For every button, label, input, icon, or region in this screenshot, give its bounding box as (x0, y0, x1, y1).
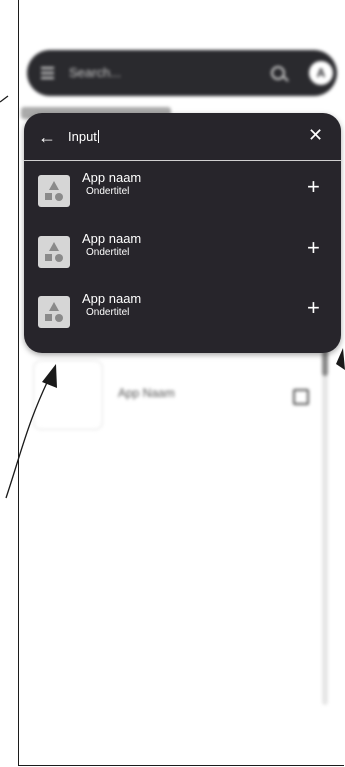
annotation-arrowhead-right (336, 348, 345, 370)
annotation-arrow-top (0, 95, 9, 103)
annotation-arrow-line (5, 367, 55, 499)
annotation-arrowhead (42, 364, 57, 388)
annotation-arrows (0, 95, 345, 499)
